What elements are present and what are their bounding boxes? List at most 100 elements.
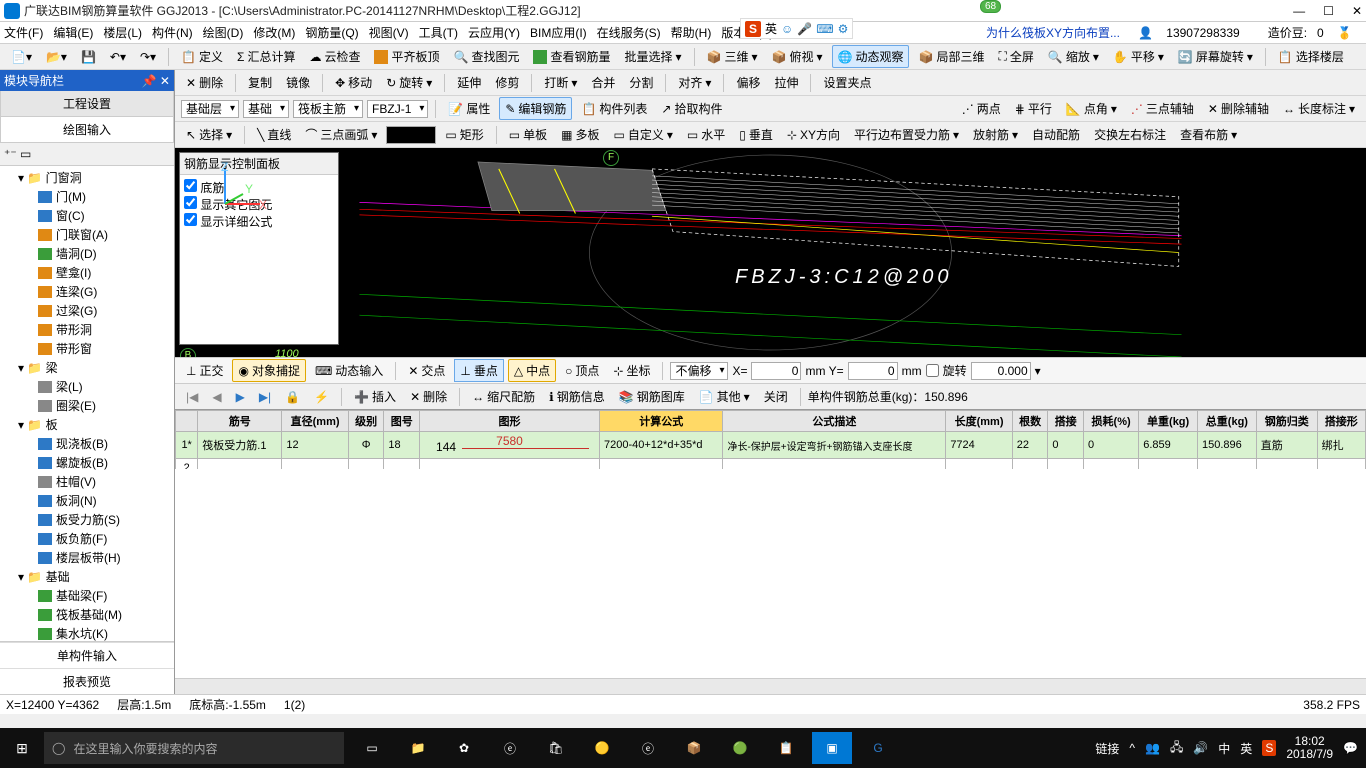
app2-icon[interactable]: 📦 [674, 732, 714, 764]
tray-people-icon[interactable]: 👥 [1145, 741, 1160, 755]
menu-member[interactable]: 构件(N) [152, 24, 193, 41]
pick-member-button[interactable]: ↗ 拾取构件 [656, 98, 727, 119]
3d-button[interactable]: 📦 三维 ▾ [702, 46, 763, 67]
rebar-qty-button[interactable]: 查看钢筋量 [528, 46, 615, 67]
swap-button[interactable]: 交换左右标注 [1089, 124, 1171, 145]
app6-icon[interactable]: G [858, 732, 898, 764]
save-button[interactable]: 💾 [76, 48, 101, 66]
fullscreen-button[interactable]: ⛶ 全屏 [993, 46, 1038, 67]
rotate-button[interactable]: ↻ 旋转 ▾ [381, 72, 437, 93]
sidebar-tab-draw[interactable]: 绘图输入 [0, 117, 174, 143]
ime-toolbar[interactable]: S 英 ☺ 🎤 ⌨ ⚙ [740, 18, 853, 39]
close-panel[interactable]: 关闭 [759, 386, 793, 407]
app5-icon[interactable]: ▣ [812, 732, 852, 764]
ime-keyboard-icon[interactable]: ⌨ [816, 22, 833, 36]
single-slab-button[interactable]: ▭ 单板 [504, 124, 552, 145]
rebar-table[interactable]: 筋号直径(mm) 级别图号图形 计算公式公式描述长度(mm) 根数搭接损耗(%)… [175, 409, 1366, 469]
select-button[interactable]: ↖ 选择 ▾ [181, 124, 237, 145]
flat-top-button[interactable]: 平齐板顶 [369, 46, 444, 67]
account-id[interactable]: 👤 13907298339 [1138, 26, 1250, 40]
explorer-icon[interactable]: 📁 [398, 732, 438, 764]
app3-icon[interactable]: 🟢 [720, 732, 760, 764]
orbit-button[interactable]: 🌐 动态观察 [832, 45, 910, 68]
ime-mic-icon[interactable]: 🎤 [797, 22, 812, 36]
arc-button[interactable]: ⌒ 三点画弧 ▾ [300, 124, 382, 145]
snap-inter[interactable]: ✕ 交点 [403, 360, 450, 381]
ie-icon[interactable]: ⓔ [628, 732, 668, 764]
sidebar-tab-single[interactable]: 单构件输入 [0, 642, 174, 668]
chrome-icon[interactable]: 🟡 [582, 732, 622, 764]
menu-tools[interactable]: 工具(T) [419, 24, 458, 41]
vert-button[interactable]: ▯ 垂直 [734, 124, 778, 145]
start-button[interactable]: ⊞ [0, 740, 44, 757]
instance-combo[interactable]: FBZJ-1 [367, 100, 428, 118]
mirror-button[interactable]: 镜像 [281, 72, 315, 93]
hscrollbar[interactable] [175, 678, 1366, 694]
sum-button[interactable]: Σ 汇总计算 [232, 46, 300, 67]
tray-up-icon[interactable]: ^ [1129, 741, 1135, 755]
menu-edit[interactable]: 编辑(E) [53, 24, 93, 41]
search-box[interactable]: ◯ 在这里输入你要搜索的内容 [44, 732, 344, 764]
type-combo[interactable]: 筏板主筋 [293, 100, 363, 118]
del-aux-button[interactable]: ✕ 删除辅轴 [1203, 98, 1274, 119]
point-angle-button[interactable]: 📐 点角 ▾ [1061, 98, 1122, 119]
table-row[interactable]: 2 [176, 459, 1366, 470]
clamp-button[interactable]: 设置夹点 [818, 72, 876, 93]
dyninp-toggle[interactable]: ⌨ 动态输入 [310, 360, 388, 381]
sidebar-tab-report[interactable]: 报表预览 [0, 668, 174, 694]
menu-online[interactable]: 在线服务(S) [597, 24, 661, 41]
notification-icon[interactable]: 💬 [1343, 741, 1358, 755]
menu-cloud[interactable]: 云应用(Y) [468, 24, 520, 41]
close-button[interactable]: ✕ [1352, 4, 1362, 18]
tray-lang[interactable]: 中 [1218, 740, 1230, 757]
taskview-icon[interactable]: ▭ [352, 732, 392, 764]
line-button[interactable]: ╲ 直线 [252, 124, 296, 145]
maximize-button[interactable]: ☐ [1323, 4, 1334, 18]
tree[interactable]: ▾ 📁 门窗洞 门(M) 窗(C) 门联窗(A) 墙洞(D) 壁龛(I) 连梁(… [0, 166, 174, 641]
nav-prev[interactable]: ◀ [207, 388, 226, 406]
y-input[interactable] [848, 362, 898, 380]
menu-view[interactable]: 视图(V) [369, 24, 409, 41]
menu-bim[interactable]: BIM应用(I) [530, 24, 587, 41]
tray-sogou-icon[interactable]: S [1262, 740, 1276, 756]
ime-lang[interactable]: 英 [765, 20, 777, 37]
menu-draw[interactable]: 绘图(D) [203, 24, 244, 41]
cloud-check-button[interactable]: ☁ 云检查 [304, 46, 365, 67]
trim-button[interactable]: 修剪 [490, 72, 524, 93]
sidebar-view-icons[interactable]: ⁺⁻ ▭ [0, 143, 174, 166]
nav-last[interactable]: ▶| [254, 388, 276, 406]
minimize-button[interactable]: — [1293, 4, 1305, 18]
scale-rebar[interactable]: ↔ 缩尺配筋 [467, 386, 540, 407]
dim-button[interactable]: ↔ 长度标注 ▾ [1278, 98, 1360, 119]
zoom-button[interactable]: 🔍 缩放 ▾ [1043, 46, 1104, 67]
move-button[interactable]: ✥ 移动 [330, 72, 377, 93]
ime-face-icon[interactable]: ☺ [781, 22, 793, 36]
break-button[interactable]: 打断 ▾ [539, 72, 582, 93]
member-list-button[interactable]: 📋 构件列表 [576, 98, 652, 119]
undo-button[interactable]: ↶▾ [105, 48, 131, 66]
edit-rebar-button[interactable]: ✎ 编辑钢筋 [499, 97, 572, 120]
pan-button[interactable]: ✋ 平移 ▾ [1108, 46, 1169, 67]
rotate-screen-button[interactable]: 🔄 屏幕旋转 ▾ [1173, 46, 1258, 67]
delete-row[interactable]: ✕ 删除 [405, 386, 452, 407]
edge-icon[interactable]: ⓔ [490, 732, 530, 764]
snap-perp[interactable]: ⊥ 垂点 [454, 359, 503, 382]
auto-rebar-button[interactable]: 自动配筋 [1027, 124, 1085, 145]
horiz-button[interactable]: ▭ 水平 [682, 124, 730, 145]
local-3d-button[interactable]: 📦 局部三维 [913, 46, 989, 67]
two-point-button[interactable]: ⋰ 两点 [957, 98, 1006, 119]
redo-button[interactable]: ↷▾ [135, 48, 161, 66]
multi-slab-button[interactable]: ▦ 多板 [556, 124, 604, 145]
property-button[interactable]: 📝 属性 [443, 98, 495, 119]
table-row[interactable]: 1* 筏板受力筋.1 12 Φ 18 1447580 7200-40+12*d+… [176, 432, 1366, 459]
promo-link[interactable]: 为什么筏板XY方向布置... [986, 24, 1120, 41]
stretch-button[interactable]: 拉伸 [769, 72, 803, 93]
copy-button[interactable]: 复制 [243, 72, 277, 93]
tray-vol-icon[interactable]: 🔊 [1193, 741, 1208, 755]
find-elem-button[interactable]: 🔍 查找图元 [448, 46, 524, 67]
other-menu[interactable]: 📄 其他 ▾ [694, 386, 755, 407]
rect-button[interactable]: ▭ 矩形 [440, 124, 488, 145]
sidebar-tab-project[interactable]: 工程设置 [0, 91, 174, 117]
x-input[interactable] [751, 362, 801, 380]
nav-bolt[interactable]: ⚡ [309, 388, 334, 406]
